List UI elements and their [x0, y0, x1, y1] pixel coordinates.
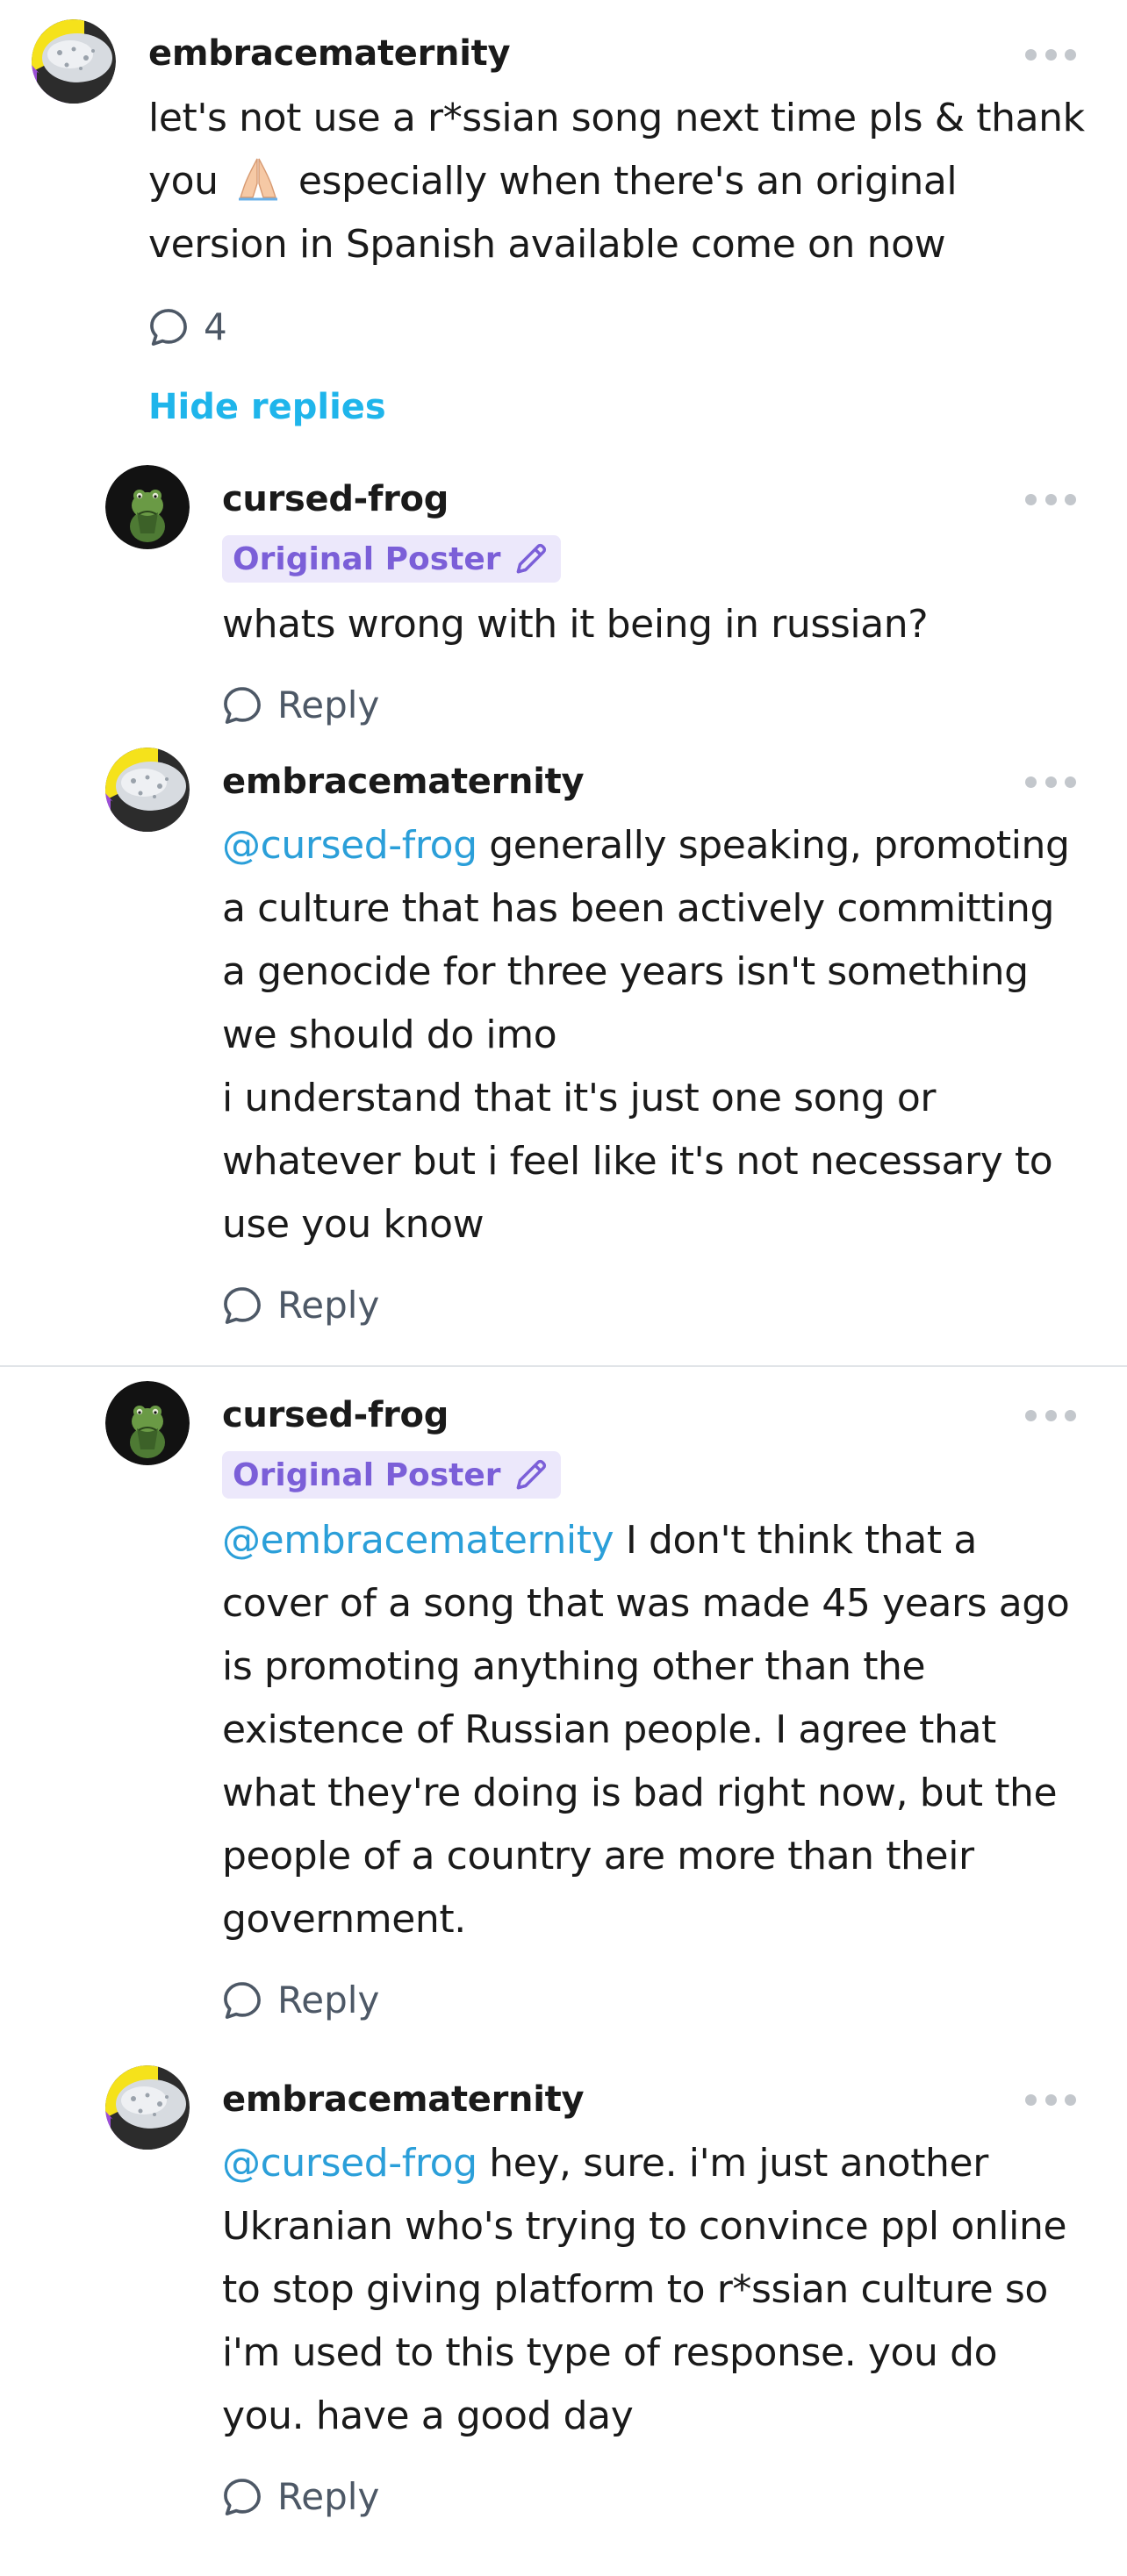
comment-line: you. have a good day	[222, 2394, 634, 2438]
speech-bubble-icon	[219, 1283, 265, 1328]
folded-hands-emoji-icon	[239, 158, 278, 201]
pencil-icon	[512, 1456, 550, 1494]
comment-text: @cursed-frog hey, sure. i'm just another…	[222, 2132, 1067, 2448]
comment-text: whats wrong with it being in russian?	[222, 593, 929, 656]
avatar[interactable]	[32, 19, 116, 104]
reply-label: Reply	[277, 2475, 380, 2518]
more-options-icon[interactable]	[1025, 48, 1076, 61]
username[interactable]: embracematernity	[222, 760, 585, 804]
comment-line: whats wrong with it being in russian?	[222, 602, 929, 647]
comment-line: people of a country are more than their	[222, 1834, 974, 1878]
comment-text: @embracematernity I don't think that a c…	[222, 1509, 1070, 1951]
hide-replies-link[interactable]: Hide replies	[148, 383, 386, 432]
more-options-icon[interactable]	[1025, 2093, 1076, 2106]
reply-label: Reply	[277, 1284, 380, 1327]
comment-line: a genocide for three years isn't somethi…	[222, 949, 1029, 994]
comment-line: government.	[222, 1897, 466, 1942]
comment-line: whatever but i feel like it's not necess…	[222, 1139, 1053, 1184]
reply-button[interactable]: Reply	[219, 683, 379, 728]
avatar[interactable]	[105, 748, 190, 832]
reply-button[interactable]: Reply	[219, 1283, 379, 1328]
username[interactable]: cursed-frog	[222, 477, 449, 521]
original-poster-badge: Original Poster	[222, 535, 561, 583]
reply-button[interactable]: Reply	[219, 2474, 379, 2520]
reply-count: 4	[204, 305, 227, 348]
comment-line: @cursed-frog generally speaking, promoti…	[222, 823, 1070, 868]
comment-line: @cursed-frog hey, sure. i'm just another	[222, 2141, 988, 2186]
speech-bubble-icon	[219, 2474, 265, 2520]
comment-text: let's not use a r*ssian song next time p…	[148, 87, 1085, 276]
comment-line: existence of Russian people. I agree tha…	[222, 1707, 996, 1752]
avatar[interactable]	[105, 1381, 190, 1465]
username[interactable]: cursed-frog	[222, 1393, 449, 1437]
comment-line: you especially when there's an original	[148, 150, 1085, 213]
comment-line: @embracematernity I don't think that a	[222, 1518, 977, 1563]
reply-count-button[interactable]: 4	[146, 304, 227, 350]
comment-line: a culture that has been actively committ…	[222, 886, 1055, 931]
divider	[0, 1365, 1127, 1367]
comment-line: cover of a song that was made 45 years a…	[222, 1581, 1070, 1626]
reply-label: Reply	[277, 1979, 380, 2021]
avatar[interactable]	[105, 2065, 190, 2150]
comment-line: is promoting anything other than the	[222, 1644, 926, 1689]
speech-bubble-icon	[219, 1978, 265, 2023]
comment-line: i understand that it's just one song or	[222, 1076, 937, 1120]
comment-text: @cursed-frog generally speaking, promoti…	[222, 814, 1070, 1256]
reply-label: Reply	[277, 683, 380, 726]
comment-line: let's not use a r*ssian song next time p…	[148, 96, 1085, 140]
badge-label: Original Poster	[233, 540, 501, 577]
avatar[interactable]	[105, 465, 190, 549]
pencil-icon	[512, 540, 550, 578]
more-options-icon[interactable]	[1025, 1409, 1076, 1421]
username[interactable]: embracematernity	[148, 32, 511, 75]
mention-link[interactable]: @embracematernity	[222, 1518, 614, 1563]
original-poster-badge: Original Poster	[222, 1451, 561, 1499]
comment-line: use you know	[222, 1202, 485, 1247]
reply-button[interactable]: Reply	[219, 1978, 379, 2023]
badge-label: Original Poster	[233, 1456, 501, 1493]
speech-bubble-icon	[146, 304, 191, 350]
comment-line: version in Spanish available come on now	[148, 222, 946, 267]
username[interactable]: embracematernity	[222, 2078, 585, 2122]
speech-bubble-icon	[219, 683, 265, 728]
mention-link[interactable]: @cursed-frog	[222, 823, 477, 868]
comment-line: what they're doing is bad right now, but…	[222, 1771, 1058, 1815]
more-options-icon[interactable]	[1025, 776, 1076, 788]
more-options-icon[interactable]	[1025, 493, 1076, 505]
comment-line: to stop giving platform to r*ssian cultu…	[222, 2267, 1048, 2312]
mention-link[interactable]: @cursed-frog	[222, 2141, 477, 2186]
comment-line: we should do imo	[222, 1013, 557, 1057]
comment-line: i'm used to this type of response. you d…	[222, 2330, 998, 2375]
comment-line: Ukranian who's trying to convince ppl on…	[222, 2204, 1067, 2249]
